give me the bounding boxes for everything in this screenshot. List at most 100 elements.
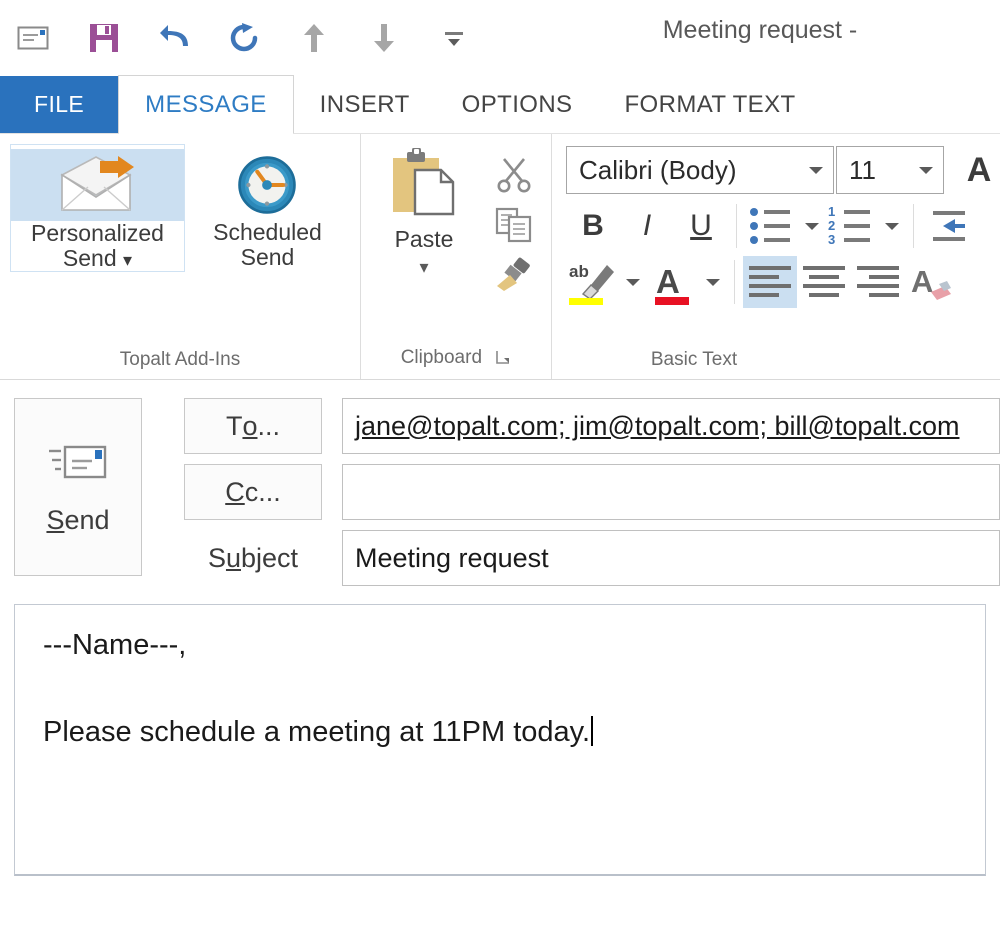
format-row-2: ab A A	[566, 256, 1000, 308]
subject-label: Su bject	[207, 542, 299, 573]
subject-input[interactable]: Meeting request	[342, 530, 1000, 586]
font-color-icon: A	[655, 263, 689, 305]
paste-label: Paste	[394, 226, 454, 252]
svg-text:A: A	[656, 263, 680, 300]
divider	[913, 204, 914, 248]
highlighter-icon: ab	[569, 262, 614, 305]
scissors-icon	[497, 158, 531, 193]
clock-icon	[238, 156, 297, 214]
personalized-send-button[interactable]: Personalized Send ▾	[10, 144, 185, 272]
font-size-combo[interactable]: 11	[836, 146, 944, 194]
paste-icon	[393, 148, 455, 216]
svg-text:1: 1	[828, 205, 835, 219]
format-row-1: B I U 1 2 3	[566, 200, 1000, 252]
personalized-send-icon-area	[11, 149, 184, 221]
svg-text:2: 2	[828, 218, 835, 233]
ribbon-group-basic-text: Calibri (Body) 11 A B I U 1 2 3 ab A A B…	[551, 134, 1000, 379]
send-button[interactable]: Send	[14, 398, 142, 576]
decrease-indent-button[interactable]	[922, 200, 976, 252]
bullets-chevron-down-icon[interactable]	[799, 200, 825, 252]
align-right-button[interactable]	[851, 256, 905, 308]
tab-format-text[interactable]: FORMAT TEXT	[598, 76, 821, 133]
ribbon-group-label-clipboard: Clipboard	[361, 347, 551, 379]
cc-button[interactable]: Cc...	[184, 464, 322, 520]
to-input[interactable]: jane@topalt.com; jim@topalt.com; bill@to…	[342, 398, 1000, 454]
bullets-button[interactable]	[745, 200, 799, 252]
outlook-compose-window: Meeting request - FILE MESSAGE INSERT OP…	[0, 0, 1000, 930]
tab-insert[interactable]: INSERT	[294, 76, 436, 133]
numbering-button[interactable]: 1 2 3	[825, 200, 879, 252]
font-color-chevron-down-icon[interactable]	[700, 256, 726, 308]
svg-text:3: 3	[828, 232, 835, 247]
tab-file[interactable]: FILE	[0, 76, 119, 133]
to-row: To... jane@topalt.com; jim@topalt.com; b…	[184, 398, 1000, 454]
grow-font-button[interactable]: A	[952, 144, 1000, 196]
send-label: Send	[46, 504, 110, 535]
grow-font-label: A	[966, 150, 992, 189]
font-name-chevron-down-icon[interactable]	[799, 164, 833, 176]
font-size-chevron-down-icon[interactable]	[909, 164, 943, 176]
paintbrush-icon	[497, 257, 530, 291]
font-name-value: Calibri (Body)	[579, 154, 737, 185]
copy-button[interactable]	[487, 202, 541, 248]
subject-row: Su bject Meeting request	[184, 530, 1000, 586]
personalized-send-label-line2: Send ▾	[62, 244, 133, 271]
cc-row: Cc...	[184, 464, 1000, 520]
svg-text:ab: ab	[569, 262, 589, 281]
align-center-icon	[803, 266, 845, 297]
align-center-button[interactable]	[797, 256, 851, 308]
copy-icon	[495, 207, 532, 243]
paste-chevron-down-icon[interactable]: ▾	[419, 257, 428, 278]
font-row: Calibri (Body) 11 A	[566, 144, 1000, 196]
to-button[interactable]: To...	[184, 398, 322, 454]
clear-formatting-icon: A	[911, 264, 951, 300]
send-envelope-icon	[49, 445, 107, 478]
cut-button[interactable]	[487, 152, 541, 198]
svg-text:A: A	[911, 264, 933, 299]
ribbon-group-label-basic-text: Basic Text	[650, 349, 738, 370]
bold-label: B	[582, 209, 604, 242]
window-title: Meeting request -	[662, 16, 858, 44]
ribbon-group-label-topalt: Topalt Add-Ins	[119, 349, 241, 370]
align-right-icon	[857, 266, 899, 297]
align-left-button[interactable]	[743, 256, 797, 308]
numbering-chevron-down-icon[interactable]	[879, 200, 905, 252]
title-bar: Meeting request -	[0, 0, 1000, 76]
format-painter-button[interactable]	[487, 252, 541, 298]
bullet-list-icon	[750, 208, 790, 244]
scheduled-send-label-line1: Scheduled	[213, 219, 322, 245]
paste-button[interactable]: Paste ▾	[371, 144, 477, 278]
clear-formatting-button[interactable]: A	[905, 256, 959, 308]
clipboard-dialog-launcher-icon[interactable]	[495, 349, 511, 371]
body-line-2: Please schedule a meeting at 11PM today.	[43, 716, 957, 747]
divider	[736, 204, 737, 248]
font-color-button[interactable]: A	[646, 256, 700, 308]
tab-message[interactable]: MESSAGE	[118, 75, 294, 134]
scheduled-send-icon-area	[185, 148, 350, 220]
align-left-icon	[749, 266, 791, 297]
font-name-combo[interactable]: Calibri (Body)	[566, 146, 834, 194]
compose-header: Send To... jane@topalt.com; jim@topalt.c…	[0, 380, 1000, 586]
underline-button[interactable]: U	[674, 200, 728, 252]
highlight-chevron-down-icon[interactable]	[620, 256, 646, 308]
text-cursor	[591, 716, 594, 746]
clipboard-small-buttons	[477, 144, 541, 298]
to-value: jane@topalt.com; jim@topalt.com; bill@to…	[355, 410, 960, 441]
numbered-list-icon: 1 2 3	[828, 205, 870, 247]
italic-label: I	[642, 209, 652, 242]
compose-fields: To... jane@topalt.com; jim@topalt.com; b…	[142, 398, 1000, 586]
italic-button[interactable]: I	[620, 200, 674, 252]
message-body[interactable]: ---Name---, Please schedule a meeting at…	[14, 604, 986, 876]
cc-input[interactable]	[342, 464, 1000, 520]
ribbon-group-topalt-addins: Personalized Send ▾ Scheduled Send Topal…	[0, 134, 360, 379]
bold-button[interactable]: B	[566, 200, 620, 252]
ribbon: Personalized Send ▾ Scheduled Send Topal…	[0, 134, 1000, 380]
tab-options[interactable]: OPTIONS	[436, 76, 599, 133]
text-highlight-color-button[interactable]: ab	[566, 256, 620, 308]
decrease-indent-icon	[933, 211, 965, 241]
ribbon-tabs: FILE MESSAGE INSERT OPTIONS FORMAT TEXT	[0, 75, 1000, 134]
chevron-down-icon[interactable]: ▾	[123, 250, 132, 270]
scheduled-send-button[interactable]: Scheduled Send	[185, 144, 350, 270]
divider	[734, 260, 735, 304]
underline-label: U	[690, 209, 712, 242]
